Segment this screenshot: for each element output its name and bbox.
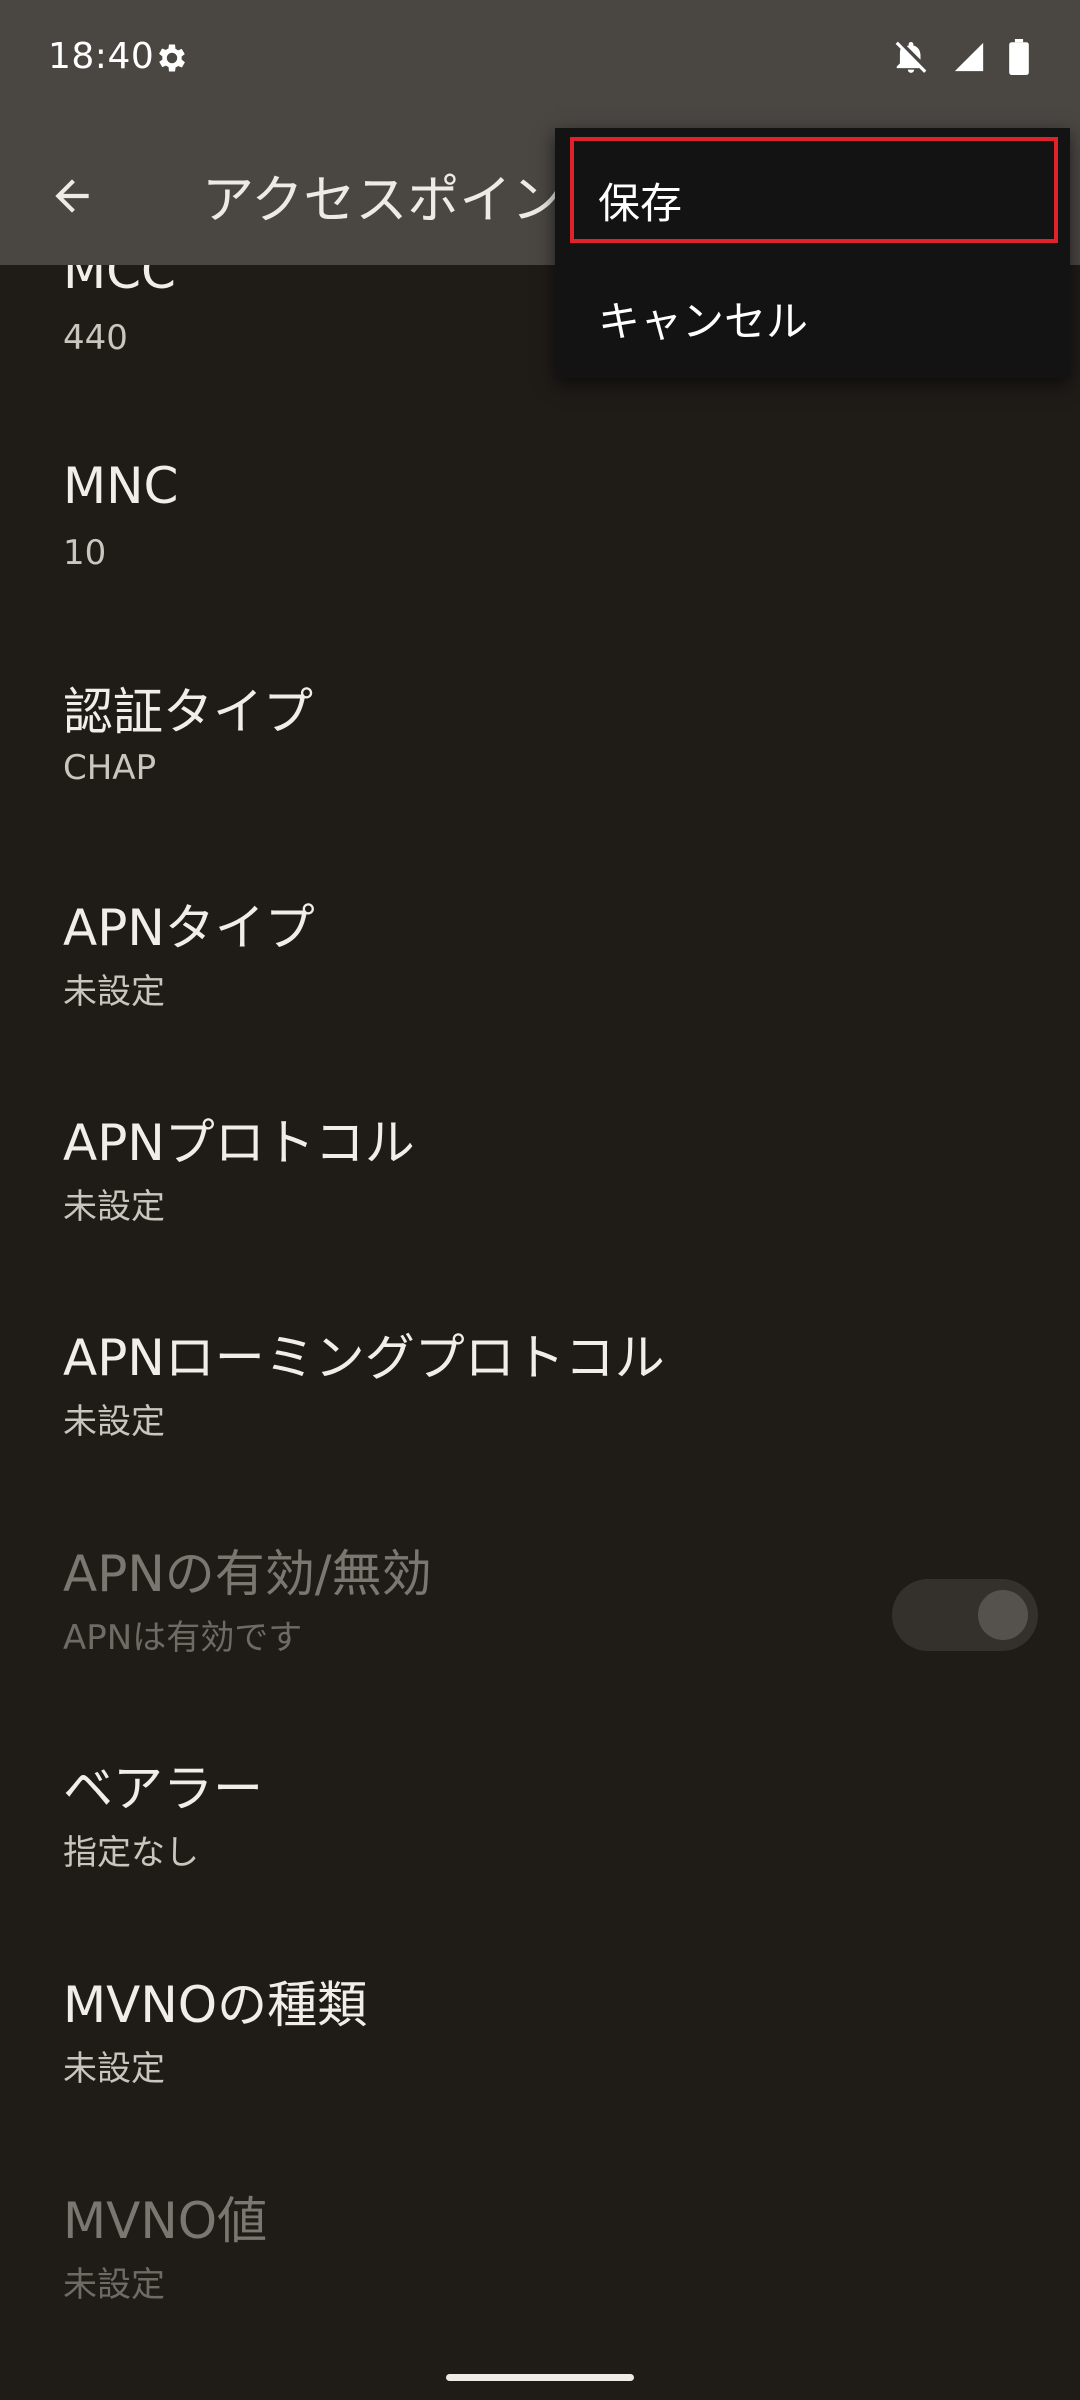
apn-enable-toggle (892, 1579, 1038, 1651)
menu-item-save[interactable]: 保存 (555, 136, 1070, 254)
pref-apn-enable: APNの有効/無効 APNは有効です (0, 1506, 1080, 1721)
pref-apn-roaming-protocol[interactable]: APNローミングプロトコル 未設定 (0, 1290, 1080, 1505)
apn-settings-list: MCC 440 MNC 10 認証タイプ CHAP APNタイプ 未設定 APN… (0, 265, 1080, 2400)
pref-summary: 未設定 (63, 1402, 165, 1442)
pref-title: APNの有効/無効 (63, 1545, 432, 1603)
settings-gear-icon (154, 40, 190, 76)
status-time: 18:40 (48, 36, 155, 77)
pref-summary: 未設定 (63, 972, 165, 1012)
arrow-back-icon (55, 179, 89, 213)
menu-item-label: キャンセル (598, 297, 809, 346)
pref-title: MNC (63, 457, 179, 515)
pref-summary: APNは有効です (63, 1618, 303, 1658)
pref-apn-protocol[interactable]: APNプロトコル 未設定 (0, 1075, 1080, 1290)
pref-summary: 440 (63, 318, 128, 358)
pref-mvno-value: MVNO値 未設定 (0, 2153, 1080, 2368)
pref-title: MVNO値 (63, 2192, 268, 2250)
pref-auth-type[interactable]: 認証タイプ CHAP (0, 644, 1080, 859)
pref-title: APNタイプ (63, 899, 315, 957)
pref-title: MCC (63, 265, 176, 300)
menu-item-cancel[interactable]: キャンセル (555, 254, 1070, 372)
pref-summary: CHAP (63, 748, 157, 788)
pref-title: APNプロトコル (63, 1114, 415, 1172)
pref-mnc[interactable]: MNC 10 (0, 429, 1080, 644)
pref-summary: 未設定 (63, 2265, 165, 2305)
status-bar: 18:40 (0, 0, 1080, 120)
navigation-handle[interactable] (446, 2374, 634, 2381)
pref-summary: 未設定 (63, 1187, 165, 1227)
cell-signal-icon (952, 40, 986, 74)
pref-bearer[interactable]: ベアラー 指定なし (0, 1721, 1080, 1936)
pref-mvno-type[interactable]: MVNOの種類 未設定 (0, 1937, 1080, 2152)
notifications-off-icon (892, 38, 930, 76)
menu-item-label: 保存 (598, 179, 683, 228)
back-button[interactable] (34, 158, 110, 234)
pref-title: MVNOの種類 (63, 1976, 368, 2034)
pref-summary: 10 (63, 533, 107, 573)
pref-summary: 指定なし (63, 1833, 199, 1873)
pref-title: 認証タイプ (63, 683, 313, 741)
pref-apn-type[interactable]: APNタイプ 未設定 (0, 860, 1080, 1075)
battery-icon (1008, 39, 1030, 75)
page-title: アクセスポイン (202, 171, 564, 231)
overflow-menu: 保存 キャンセル (555, 128, 1070, 378)
pref-summary: 未設定 (63, 2049, 165, 2089)
pref-title: ベアラー (63, 1760, 263, 1818)
toggle-knob (978, 1590, 1028, 1640)
pref-title: APNローミングプロトコル (63, 1329, 665, 1387)
